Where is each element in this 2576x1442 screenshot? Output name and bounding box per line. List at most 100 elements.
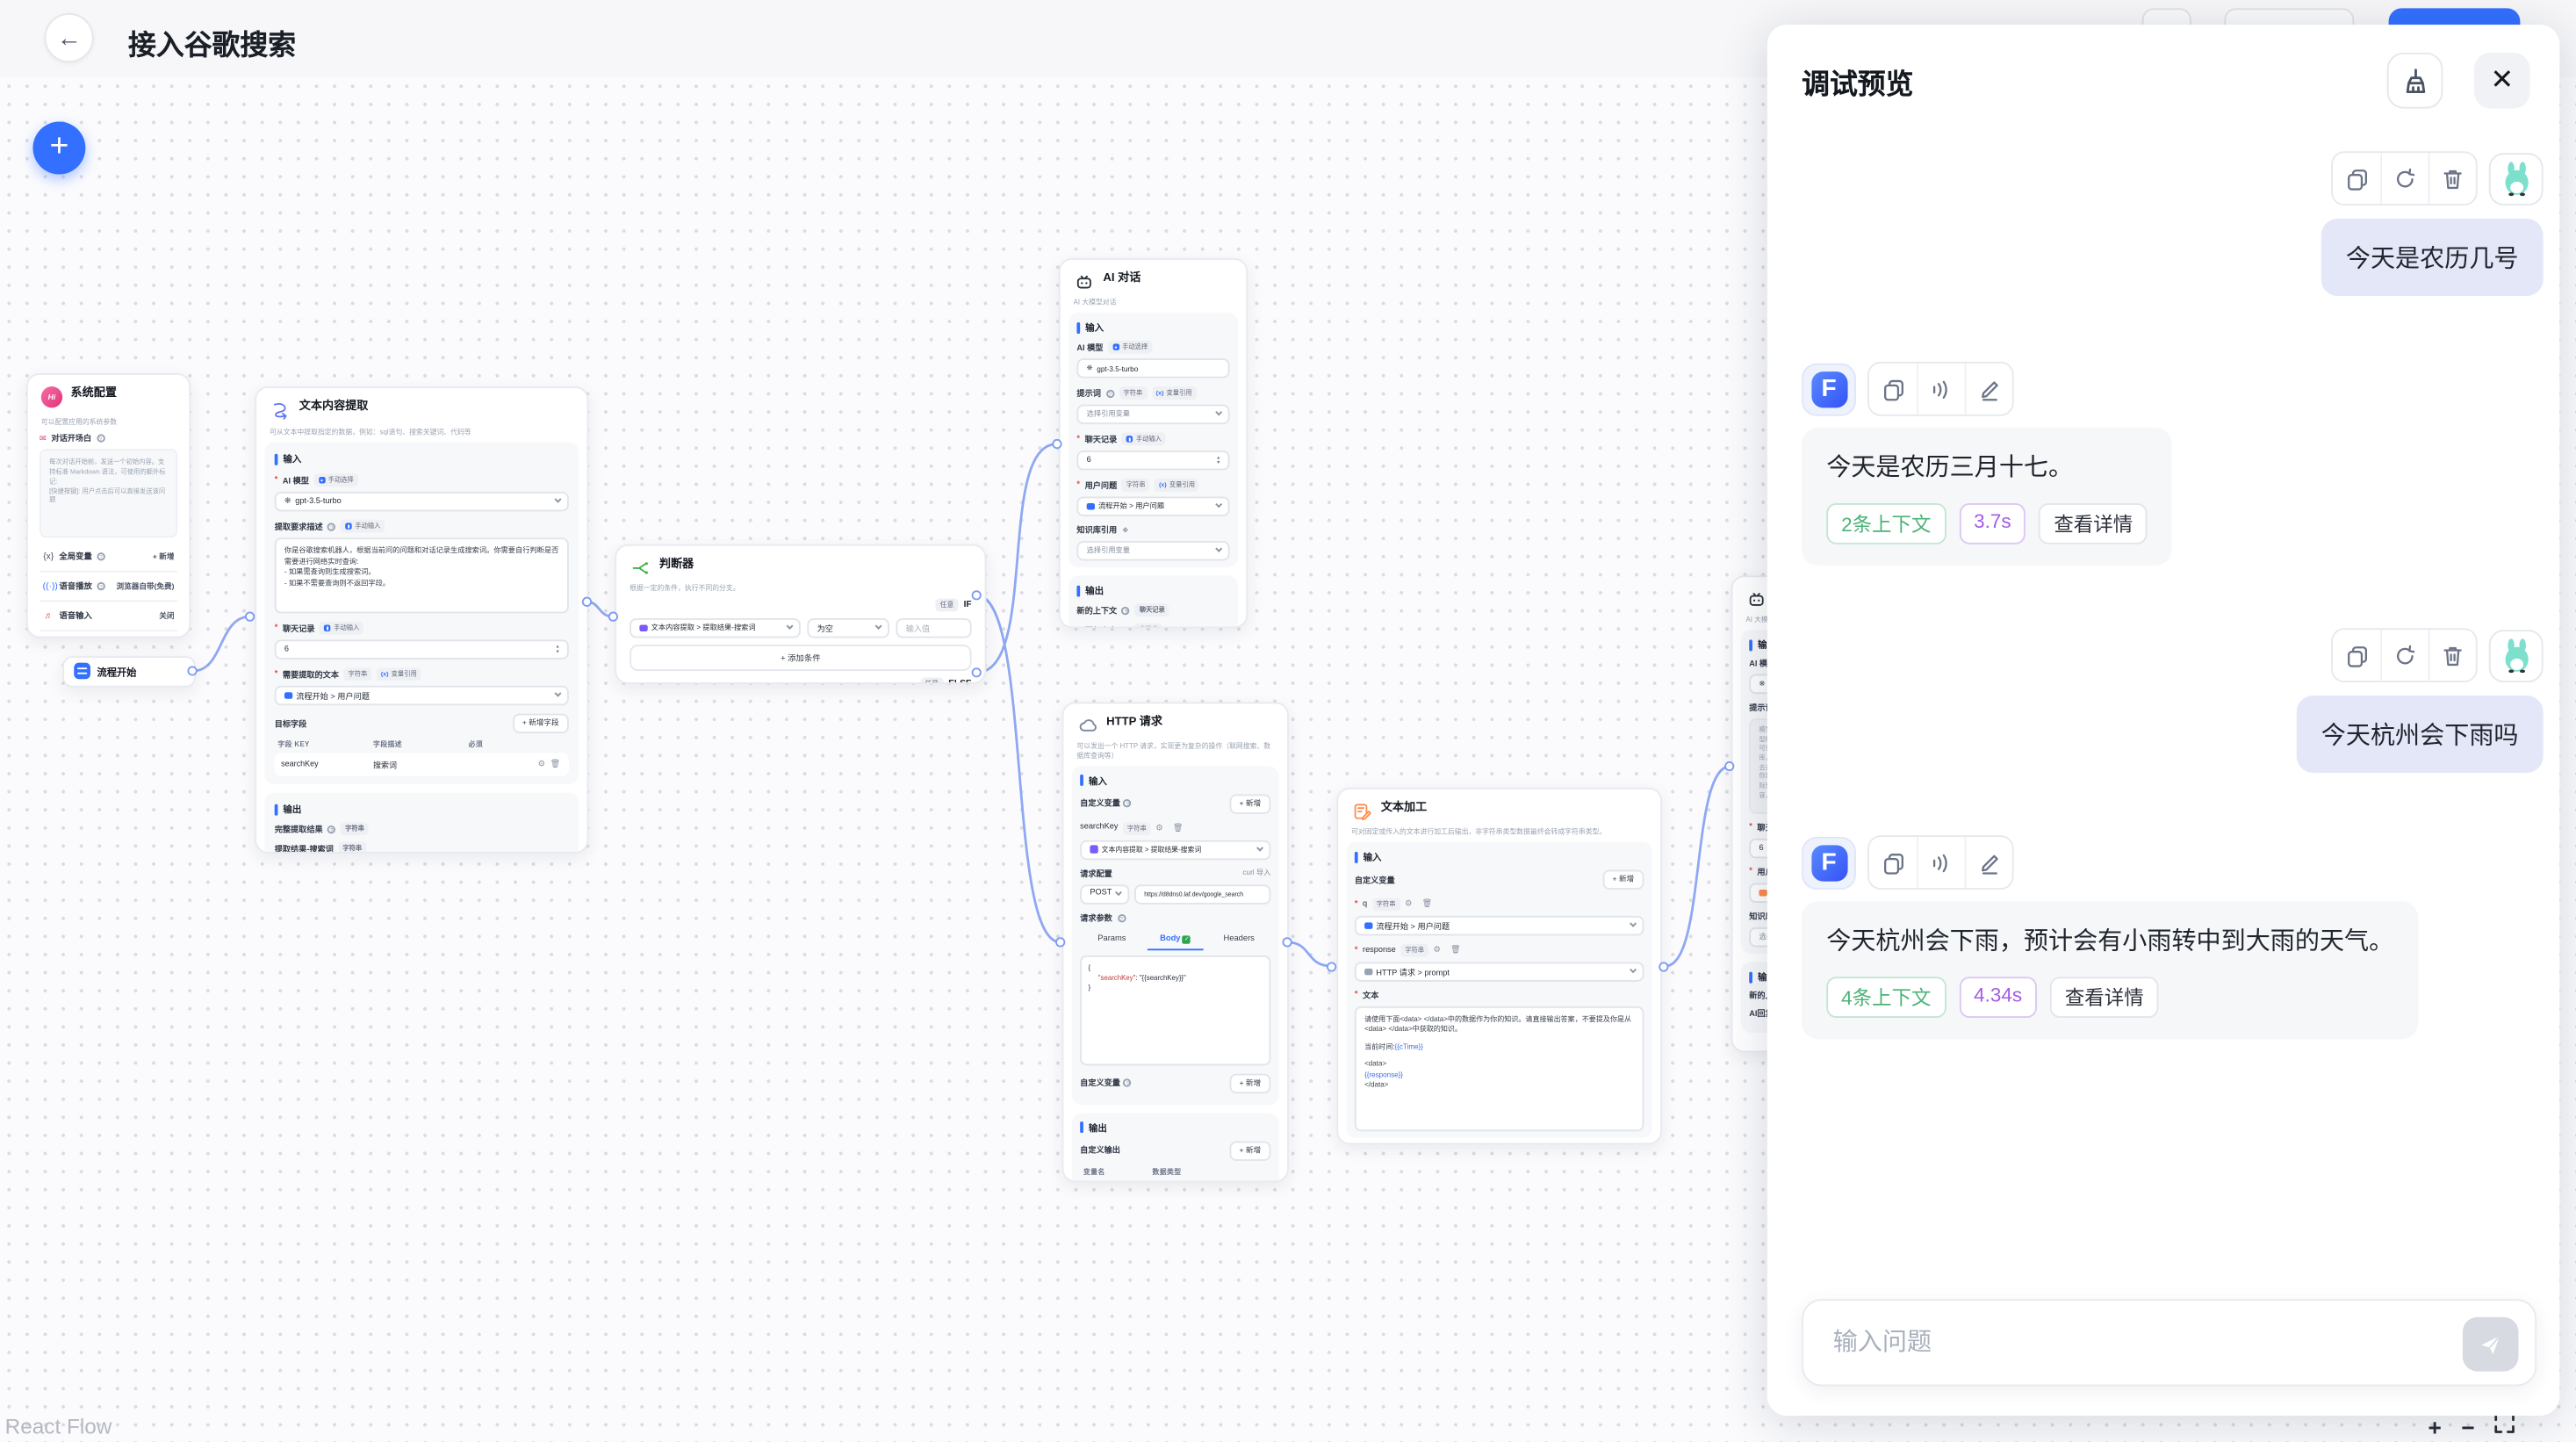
curl-import-link[interactable]: curl 导入 (1242, 869, 1270, 878)
read-aloud-icon[interactable] (1917, 364, 1964, 415)
manual-select-badge: ●手动选择 (314, 473, 358, 487)
condition-value-input[interactable]: 输入值 (896, 618, 971, 638)
trash-icon[interactable] (2428, 153, 2476, 204)
extract-source-select[interactable]: 流程开始 > 用户问题 (275, 686, 569, 705)
prompt-select[interactable]: 选择引用变量 (1076, 405, 1229, 424)
retry-icon[interactable] (2380, 153, 2428, 204)
copy-icon[interactable] (2333, 630, 2380, 681)
method-select[interactable]: POST (1080, 884, 1129, 904)
handle-textprocess-in[interactable] (1327, 961, 1336, 970)
add-global-var-button[interactable]: + 新增 (153, 552, 175, 561)
q-source-select[interactable]: 流程开始 > 用户问题 (1355, 916, 1644, 935)
panel-title: 调试预览 (1802, 60, 2387, 101)
handle-extract-out[interactable] (582, 597, 592, 607)
copy-icon[interactable] (2333, 153, 2380, 204)
add-custom-var-button[interactable]: + 新增 (1229, 794, 1270, 813)
handle-aichat2-in[interactable] (1724, 761, 1734, 771)
view-detail-button[interactable]: 查看详情 (2050, 977, 2159, 1018)
condition-left-select[interactable]: 文本内容提取 > 提取结果-搜索词 (630, 618, 801, 638)
back-button[interactable]: ← (45, 13, 94, 62)
question-input[interactable] (1830, 1327, 2446, 1359)
clear-history-button[interactable] (2387, 53, 2443, 109)
add-custom-output-button[interactable]: + 新增 (1229, 1141, 1270, 1160)
extract-desc-textarea[interactable]: 你是谷歌搜索机器人，根据当前问的问题和对话记录生成搜索词。你需要自行判断是否需要… (275, 537, 569, 613)
history-count-input[interactable]: 6▴▾ (275, 639, 569, 659)
node-system-config[interactable]: Hi 系统配置 可以配置应用的系统参数 ✉ 对话开场白 ? 每次对话开始前，发送… (26, 373, 191, 638)
gear-icon[interactable]: ⚙ (1405, 899, 1412, 909)
handle-http-in[interactable] (1055, 937, 1065, 947)
gear-icon[interactable]: ⚙ (538, 760, 545, 769)
tab-headers[interactable]: Headers (1211, 930, 1268, 949)
manual-input-badge: ▮手动输入 (341, 520, 385, 533)
handle-condition-in[interactable] (608, 612, 618, 622)
text-template-editor[interactable]: 请使用下面<data> </data>中的数据作为你的知识。请直接输出答案，不要… (1355, 1006, 1644, 1131)
read-aloud-icon[interactable] (1917, 837, 1964, 888)
tts-value[interactable]: 浏览器自带(免费) (117, 581, 175, 591)
ai-avatar: F (1802, 836, 1856, 889)
trash-icon[interactable]: 🗑 (1173, 824, 1184, 833)
tab-body[interactable]: Body ✓ (1147, 930, 1204, 949)
send-button[interactable] (2463, 1317, 2519, 1372)
node-http-request[interactable]: HTTP 请求 可以发出一个 HTTP 请求，实现更为复杂的操作（联网搜索、数据… (1062, 703, 1289, 1183)
handle-if-out[interactable] (972, 590, 982, 600)
question-select[interactable]: 流程开始 > 用户问题 (1076, 496, 1229, 516)
history-count-input[interactable]: 6▴▾ (1076, 451, 1229, 470)
check-icon: ✓ (1183, 936, 1191, 944)
handle-aichat-in[interactable] (1052, 439, 1061, 449)
add-custom-var-button2[interactable]: + 新增 (1229, 1073, 1270, 1092)
response-source-select[interactable]: HTTP 请求 > prompt (1355, 962, 1644, 981)
model-select[interactable]: ❋gpt-3.5-turbo (1076, 358, 1229, 378)
edit-icon[interactable] (1965, 364, 2012, 415)
http-request-icon (1076, 715, 1097, 736)
copy-icon[interactable] (1869, 837, 1917, 888)
ai-avatar: F (1802, 363, 1856, 415)
body-code-editor[interactable]: { "searchKey": "{{searchKey}}" } (1080, 955, 1270, 1064)
model-select[interactable]: ❋gpt-3.5-turbo (275, 492, 569, 511)
node-flow-start[interactable]: 流程开始 (62, 656, 196, 688)
zoom-in-button[interactable]: + (2428, 1414, 2442, 1440)
text-extract-icon (270, 400, 291, 421)
gear-icon[interactable]: ⚙ (1434, 946, 1441, 955)
if-label: IF (964, 600, 972, 609)
node-text-extract[interactable]: 文本内容提取 可从文本中提取指定的数据，例如：sql语句、搜索关键词、代码等 输… (255, 386, 588, 854)
trash-icon[interactable]: 🗑 (1422, 899, 1433, 909)
add-node-button[interactable]: + (32, 122, 85, 175)
trash-icon[interactable]: 🗑 (1450, 946, 1461, 955)
ai-bubble: 今天杭州会下雨，预计会有小雨转中到大雨的天气。 4条上下文 4.34s 查看详情 (1802, 901, 2418, 1039)
trash-icon[interactable] (2428, 630, 2476, 681)
edit-icon[interactable] (1965, 837, 2012, 888)
handle-extract-in[interactable] (245, 612, 255, 622)
copy-icon[interactable] (1869, 364, 1917, 415)
openai-icon: ❋ (1087, 364, 1093, 373)
voice-input-value[interactable]: 关闭 (159, 611, 174, 621)
context-count-tag: 2条上下文 (1826, 503, 1946, 544)
view-detail-button[interactable]: 查看详情 (2039, 503, 2148, 544)
zoom-out-button[interactable]: − (2461, 1414, 2474, 1440)
add-field-button[interactable]: + 新增字段 (513, 714, 569, 733)
openai-icon: ❋ (1759, 679, 1765, 689)
handle-flowstart-out[interactable] (187, 666, 197, 675)
searchkey-source-select[interactable]: 文本内容提取 > 提取结果-搜索词 (1080, 840, 1270, 859)
openai-icon: ❋ (284, 496, 291, 506)
kb-select[interactable]: 选择引用变量 (1076, 541, 1229, 560)
opening-textarea[interactable]: 每次对话开始前，发送一个初始内容。支持标准 Markdown 语法，可使用的额外… (40, 449, 177, 537)
add-custom-var-button[interactable]: + 新增 (1602, 869, 1644, 889)
fit-view-button[interactable] (2494, 1412, 2515, 1442)
close-panel-button[interactable]: ✕ (2474, 53, 2530, 109)
trash-icon[interactable]: 🗑 (550, 760, 561, 769)
node-condition[interactable]: 判断器 根据一定的条件，执行不同的分支。 任意IF 文本内容提取 > 提取结果-… (615, 544, 986, 684)
handle-textprocess-out[interactable] (1659, 961, 1668, 970)
retry-icon[interactable] (2380, 630, 2428, 681)
tab-params[interactable]: Params (1083, 930, 1140, 949)
handle-else-out[interactable] (972, 667, 982, 677)
url-input[interactable]: https://d8dns0.laf.dev/google_search (1134, 884, 1270, 904)
node-ai-chat[interactable]: AI 对话 AI 大模型对话 输入 AI 模型 ●手动选择 ❋gpt-3.5-t… (1059, 258, 1248, 628)
add-condition-button[interactable]: + 添加条件 (630, 645, 971, 671)
else-label: ELSE (948, 679, 971, 684)
chat-history: 今天是农历几号 F 今天是农历三月十七。 2条上下文 3.7s (1767, 119, 2559, 1280)
handle-http-out[interactable] (1282, 937, 1292, 947)
node-text-process[interactable]: 文本加工 可对固定或传入的文本进行加工后输出，非字符串类型数据最终会转成字符串类… (1336, 788, 1662, 1144)
gear-icon[interactable]: ⚙ (1155, 824, 1162, 833)
reactflow-attribution: React Flow (5, 1414, 112, 1438)
condition-op-select[interactable]: 为空 (807, 618, 889, 638)
